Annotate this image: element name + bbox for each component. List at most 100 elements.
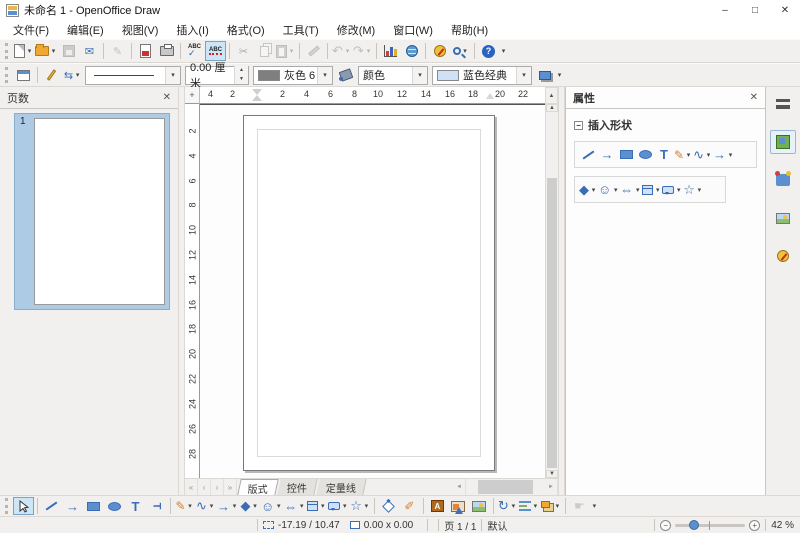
drawing-workspace[interactable] (200, 104, 545, 478)
copy-button[interactable] (254, 41, 275, 61)
fill-type-select[interactable]: 颜色 ▾ (358, 66, 428, 85)
fontwork-gallery-button[interactable]: A (427, 497, 448, 515)
zoom-in-button[interactable]: + (749, 520, 760, 531)
stars-button[interactable]: ☆▾ (683, 180, 703, 199)
sidebar-menu-button[interactable] (770, 92, 796, 116)
stars-button[interactable]: ☆▾ (349, 497, 371, 515)
scroll-down-button[interactable]: ▼ (546, 470, 558, 478)
lines-arrows-button[interactable]: →▾ (216, 497, 239, 515)
edit-file-button[interactable]: ✎ (107, 41, 128, 61)
next-layer-button[interactable]: › (211, 479, 224, 495)
menu-window[interactable]: 窗口(W) (384, 20, 442, 40)
chevron-down-icon[interactable]: ▾ (341, 502, 348, 510)
sidebar-tab-gallery[interactable] (770, 168, 796, 192)
chevron-down-icon[interactable]: ▾ (675, 186, 682, 194)
chevron-down-icon[interactable]: ▾ (208, 502, 215, 510)
close-icon[interactable]: ✕ (163, 92, 171, 103)
basic-shapes-button[interactable]: ◆▾ (579, 180, 597, 199)
chevron-down-icon[interactable]: ▾ (231, 502, 238, 510)
toolbar-overflow-button[interactable]: ▾ (556, 71, 563, 79)
chevron-down-icon[interactable]: ▾ (365, 47, 372, 55)
autospellcheck-button[interactable]: ABC (205, 41, 226, 61)
menu-insert[interactable]: 插入(I) (167, 20, 217, 40)
scroll-right-button[interactable]: ► (545, 479, 558, 495)
styles-button[interactable] (13, 65, 34, 85)
chevron-down-icon[interactable]: ▾ (252, 502, 259, 510)
block-arrows-button[interactable]: ⇔▾ (283, 497, 306, 515)
vertical-scrollbar-thumb[interactable] (547, 178, 557, 468)
chevron-down-icon[interactable]: ▾ (554, 502, 561, 510)
chevron-down-icon[interactable]: ▾ (363, 502, 370, 510)
email-button[interactable]: ✉ (79, 41, 100, 61)
collapse-icon[interactable]: − (574, 121, 583, 130)
menu-modify[interactable]: 修改(M) (328, 20, 385, 40)
line-width-input[interactable]: 0.00 厘米 ▲▼ (185, 66, 249, 85)
hyperlink-button[interactable] (401, 41, 422, 61)
template-name[interactable]: 默认 (487, 518, 507, 533)
glue-points-button[interactable]: ✐ (399, 497, 420, 515)
insert-shapes-section[interactable]: − 插入形状 (566, 109, 765, 137)
undo-button[interactable]: ↶▾ (331, 41, 352, 61)
ellipse-tool-button[interactable] (104, 497, 125, 515)
toolbar-grip[interactable] (5, 43, 10, 59)
sidebar-tab-navigator[interactable] (770, 244, 796, 268)
chevron-down-icon[interactable]: ▾ (696, 186, 703, 194)
toolbar-overflow-button[interactable]: ▾ (591, 502, 598, 510)
line-style-select[interactable]: ▾ (85, 66, 181, 85)
callouts-button[interactable]: ▾ (327, 497, 349, 515)
save-button[interactable] (58, 41, 79, 61)
last-layer-button[interactable]: » (224, 479, 237, 495)
zoom-button[interactable]: ▾ (450, 41, 471, 61)
chevron-down-icon[interactable]: ▾ (50, 47, 57, 55)
zoom-percent[interactable]: 42 % (771, 520, 794, 531)
sidebar-tab-properties[interactable] (770, 130, 796, 154)
arrow-style-button[interactable]: ⇆▾ (62, 65, 83, 85)
maximize-button[interactable]: □ (740, 0, 770, 20)
vertical-text-button[interactable]: T (146, 497, 167, 515)
chevron-down-icon[interactable]: ▾ (26, 47, 33, 55)
line-tool-button[interactable] (579, 145, 597, 164)
curve-tool-button[interactable]: ✎▾ (674, 145, 692, 164)
zoom-slider[interactable] (675, 524, 745, 527)
menu-file[interactable]: 文件(F) (4, 20, 58, 40)
flowchart-button[interactable]: ▾ (306, 497, 327, 515)
arrow-tool-button[interactable]: → (598, 145, 616, 164)
sidebar-tab-images[interactable] (770, 206, 796, 230)
layer-tab-dimension-lines[interactable]: 定量线 (316, 479, 366, 495)
chevron-down-icon[interactable]: ▾ (275, 502, 282, 510)
effects-button[interactable]: ↻▾ (497, 497, 518, 515)
navigator-button[interactable] (429, 41, 450, 61)
vertical-scrollbar-track[interactable] (546, 112, 558, 470)
zoom-out-button[interactable]: − (660, 520, 671, 531)
symbol-shapes-button[interactable]: ☺▾ (260, 497, 283, 515)
chevron-down-icon[interactable]: ▾ (727, 151, 734, 159)
select-tool-button[interactable] (13, 497, 34, 515)
chevron-down-icon[interactable]: ▾ (74, 71, 81, 79)
menu-tools[interactable]: 工具(T) (274, 20, 328, 40)
chevron-down-icon[interactable]: ▾ (187, 502, 194, 510)
spellcheck-button[interactable]: ABC✓ (184, 41, 205, 61)
chevron-down-icon[interactable]: ▾ (612, 186, 619, 194)
rectangle-tool-button[interactable] (83, 497, 104, 515)
help-button[interactable]: ? (478, 41, 499, 61)
text-tool-button[interactable]: T (655, 145, 673, 164)
layer-tab-layout[interactable]: 版式 (237, 479, 278, 495)
close-icon[interactable]: ✕ (750, 92, 758, 103)
chevron-down-icon[interactable]: ▾ (165, 67, 180, 84)
block-arrows-button[interactable]: ⇔▾ (620, 180, 641, 199)
previous-layer-button[interactable]: ‹ (198, 479, 211, 495)
chevron-down-icon[interactable]: ▾ (412, 67, 427, 84)
chevron-down-icon[interactable]: ▾ (590, 186, 597, 194)
insert-picture-button[interactable] (448, 497, 469, 515)
chevron-down-icon[interactable]: ▾ (516, 67, 531, 84)
print-button[interactable] (156, 41, 177, 61)
horizontal-scrollbar[interactable]: ◄ ► (453, 479, 558, 495)
arrow-tool-button[interactable]: → (62, 497, 83, 515)
line-color-select[interactable]: 灰色 6 ▾ (253, 66, 333, 85)
chevron-down-icon[interactable]: ▾ (685, 151, 692, 159)
ruler-margin-marker[interactable] (486, 89, 494, 99)
scroll-up-button[interactable]: ▲ (545, 87, 558, 104)
menu-view[interactable]: 视图(V) (113, 20, 168, 40)
connector-tool-button[interactable]: ∿▾ (693, 145, 712, 164)
chevron-down-icon[interactable]: ▾ (288, 47, 295, 55)
